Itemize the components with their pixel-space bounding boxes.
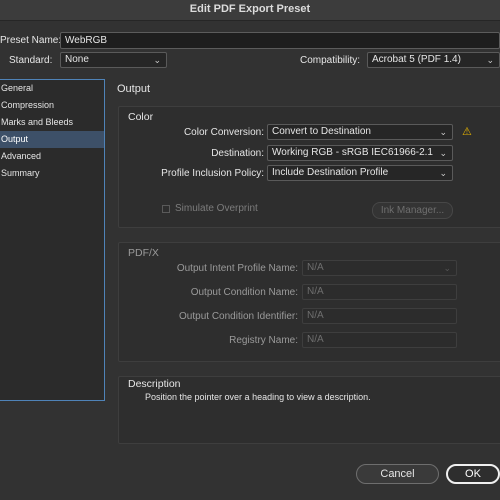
registry-name-label: Registry Name: <box>229 335 298 346</box>
chevron-down-icon: ⌄ <box>443 263 451 273</box>
output-intent-label: Output Intent Profile Name: <box>176 263 298 274</box>
description-title: Description <box>128 378 181 390</box>
chevron-down-icon: ⌄ <box>439 148 447 158</box>
color-conversion-select[interactable]: Convert to Destination ⌄ <box>267 124 453 140</box>
output-intent-value: N/A <box>307 262 324 273</box>
simulate-overprint-checkbox[interactable] <box>162 205 170 213</box>
profile-inclusion-value: Include Destination Profile <box>272 167 389 178</box>
warning-icon: ⚠ <box>462 126 472 138</box>
standard-label: Standard: <box>9 55 53 66</box>
chevron-down-icon: ⌄ <box>439 168 447 178</box>
sidebar-item-compression[interactable]: Compression <box>0 97 104 114</box>
chevron-down-icon: ⌄ <box>439 127 447 137</box>
output-condition-identifier-input[interactable]: N/A <box>302 308 457 324</box>
description-text: Position the pointer over a heading to v… <box>145 392 371 402</box>
compatibility-select[interactable]: Acrobat 5 (PDF 1.4) ⌄ <box>367 52 500 68</box>
output-condition-label: Output Condition Name: <box>190 287 298 298</box>
ok-button[interactable]: OK <box>446 464 500 484</box>
output-intent-select[interactable]: N/A ⌄ <box>302 260 457 276</box>
destination-label: Destination: <box>211 148 264 159</box>
pdfx-section-title: PDF/X <box>128 247 159 259</box>
preset-name-label: Preset Name: <box>0 35 62 46</box>
color-conversion-label: Color Conversion: <box>183 127 264 138</box>
profile-inclusion-label: Profile Inclusion Policy: <box>161 168 264 179</box>
sidebar-item-marks-and-bleeds[interactable]: Marks and Bleeds <box>0 114 104 131</box>
profile-inclusion-select[interactable]: Include Destination Profile ⌄ <box>267 165 453 181</box>
sidebar: General Compression Marks and Bleeds Out… <box>0 79 105 401</box>
output-condition-input[interactable]: N/A <box>302 284 457 300</box>
chevron-down-icon: ⌄ <box>153 55 161 65</box>
sidebar-item-summary[interactable]: Summary <box>0 165 104 182</box>
destination-select[interactable]: Working RGB - sRGB IEC61966-2.1 ⌄ <box>267 145 453 161</box>
standard-value: None <box>65 54 89 65</box>
preset-name-input[interactable]: WebRGB <box>60 32 500 49</box>
output-condition-identifier-label: Output Condition Identifier: <box>179 311 298 322</box>
ink-manager-button[interactable]: Ink Manager... <box>372 202 453 219</box>
window-title: Edit PDF Export Preset <box>0 0 500 21</box>
compatibility-label: Compatibility: <box>300 55 361 66</box>
destination-value: Working RGB - sRGB IEC61966-2.1 <box>272 147 433 158</box>
compatibility-value: Acrobat 5 (PDF 1.4) <box>372 54 461 65</box>
sidebar-item-output[interactable]: Output <box>0 131 104 148</box>
registry-name-input[interactable]: N/A <box>302 332 457 348</box>
cancel-button[interactable]: Cancel <box>356 464 439 484</box>
simulate-overprint-label: Simulate Overprint <box>175 203 258 214</box>
chevron-down-icon: ⌄ <box>486 55 494 65</box>
standard-select[interactable]: None ⌄ <box>60 52 167 68</box>
color-conversion-value: Convert to Destination <box>272 126 371 137</box>
sidebar-item-advanced[interactable]: Advanced <box>0 148 104 165</box>
sidebar-item-general[interactable]: General <box>0 80 104 97</box>
panel-heading: Output <box>117 83 151 95</box>
color-section-title: Color <box>128 111 154 123</box>
